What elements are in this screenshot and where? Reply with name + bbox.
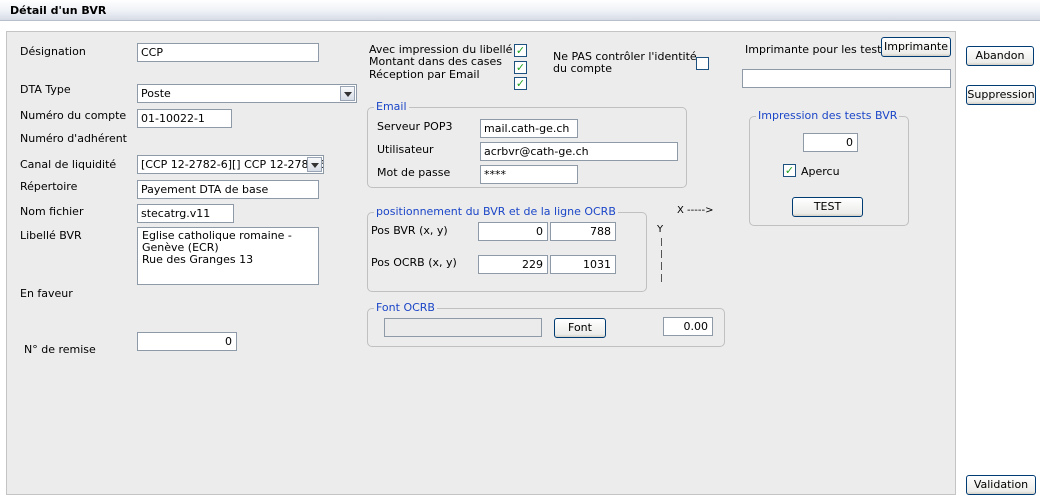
apercu-checkbox[interactable]: ✓	[783, 164, 796, 177]
libelle-bvr-label: Libellé BVR	[20, 229, 82, 242]
impression-count-field[interactable]: 0	[803, 133, 858, 152]
dta-type-select[interactable]: Poste	[137, 84, 357, 103]
abandon-button[interactable]: Abandon	[966, 46, 1034, 66]
x-axis-indicator: X ----->	[677, 205, 714, 216]
chevron-down-icon[interactable]	[307, 157, 322, 172]
pos-ocrb-x-field[interactable]: 229	[478, 255, 548, 274]
serveur-pop3-field[interactable]: mail.cath-ge.ch	[480, 119, 578, 138]
reception-email-checkbox[interactable]: ✓	[514, 77, 527, 90]
designation-field[interactable]: CCP	[137, 43, 319, 62]
suppression-button[interactable]: Suppression	[966, 85, 1036, 105]
numero-adherent-label: Numéro d'adhérent	[20, 132, 127, 145]
test-button[interactable]: TEST	[792, 197, 863, 217]
y-axis-tick	[661, 262, 662, 270]
form-panel: Désignation CCP DTA Type Poste Numéro du…	[6, 31, 956, 495]
positionnement-group: positionnement du BVR et de la ligne OCR…	[367, 205, 647, 292]
bvr-detail-window: Détail d'un BVR Désignation CCP DTA Type…	[0, 0, 1040, 501]
email-group: Email Serveur POP3 mail.cath-ge.ch Utili…	[367, 100, 687, 188]
chevron-down-icon[interactable]	[340, 86, 355, 101]
mot-de-passe-field[interactable]: ****	[480, 165, 578, 184]
designation-label: Désignation	[20, 45, 86, 58]
dta-type-label: DTA Type	[20, 83, 71, 96]
repertoire-field[interactable]: Payement DTA de base	[137, 180, 319, 199]
montant-cases-checkbox[interactable]: ✓	[514, 61, 527, 74]
pos-bvr-y-field[interactable]: 788	[550, 222, 616, 241]
montant-cases-label: Montant dans des cases	[369, 55, 502, 68]
y-axis-indicator: Y	[657, 224, 664, 235]
pos-bvr-label: Pos BVR (x, y)	[371, 224, 448, 237]
reception-email-label: Réception par Email	[369, 68, 480, 81]
pos-bvr-x-field[interactable]: 0	[478, 222, 548, 241]
numero-remise-field[interactable]: 0	[137, 332, 237, 351]
libelle-bvr-line: Rue des Granges 13	[142, 253, 254, 266]
avec-impression-checkbox[interactable]: ✓	[514, 44, 527, 57]
libelle-bvr-textarea[interactable]: Eglise catholique romaine - Genève (ECR)…	[137, 227, 319, 285]
font-ocrb-group: Font OCRB Font 0.00	[367, 301, 725, 347]
imprimante-button[interactable]: Imprimante	[881, 37, 951, 57]
positionnement-legend: positionnement du BVR et de la ligne OCR…	[374, 205, 618, 218]
y-axis-tick	[661, 238, 662, 246]
imprimante-field[interactable]	[742, 69, 951, 88]
font-name-field	[384, 318, 542, 337]
numero-remise-label: N° de remise	[24, 343, 96, 356]
dta-type-value: Poste	[141, 87, 171, 100]
apercu-label: Apercu	[801, 165, 840, 178]
nom-fichier-field[interactable]: stecatrg.v11	[137, 204, 234, 223]
font-button[interactable]: Font	[554, 318, 606, 338]
repertoire-label: Répertoire	[20, 180, 78, 193]
en-faveur-label: En faveur	[20, 287, 73, 300]
mot-de-passe-label: Mot de passe	[377, 166, 451, 179]
validation-button[interactable]: Validation	[966, 475, 1036, 495]
canal-liquidite-select[interactable]: [CCP 12-2782-6][] CCP 12-2782-6	[137, 155, 324, 174]
serveur-pop3-label: Serveur POP3	[377, 120, 453, 133]
pos-ocrb-y-field[interactable]: 1031	[550, 255, 616, 274]
y-axis-tick	[661, 250, 662, 258]
numero-compte-label: Numéro du compte	[20, 109, 127, 122]
numero-compte-field[interactable]: 01-10022-1	[137, 109, 232, 128]
nom-fichier-label: Nom fichier	[20, 205, 84, 218]
y-axis-tick	[661, 274, 662, 282]
window-titlebar: Détail d'un BVR	[0, 0, 1040, 21]
canal-liquidite-value: [CCP 12-2782-6][] CCP 12-2782-6	[141, 158, 324, 171]
ne-pas-controler-label-line2: du compte	[553, 62, 613, 75]
utilisateur-field[interactable]: acrbvr@cath-ge.ch	[480, 142, 678, 161]
font-size-field[interactable]: 0.00	[663, 317, 713, 336]
pos-ocrb-label: Pos OCRB (x, y)	[371, 256, 457, 269]
imprimante-tests-label: Imprimante pour les tests	[745, 43, 888, 56]
impression-tests-group: Impression des tests BVR 0 ✓ Apercu TEST	[749, 109, 909, 226]
canal-liquidite-label: Canal de liquidité	[20, 158, 117, 171]
email-legend: Email	[374, 100, 409, 113]
utilisateur-label: Utilisateur	[377, 143, 434, 156]
font-ocrb-legend: Font OCRB	[374, 301, 437, 314]
window-title: Détail d'un BVR	[10, 4, 107, 17]
ne-pas-controler-checkbox[interactable]	[696, 57, 709, 70]
impression-tests-legend: Impression des tests BVR	[756, 109, 900, 122]
